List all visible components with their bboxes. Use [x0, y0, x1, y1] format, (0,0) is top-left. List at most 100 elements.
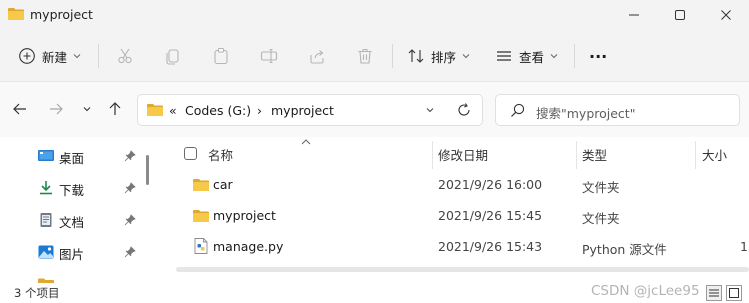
- sidebar-scrollbar[interactable]: [146, 155, 149, 185]
- download-icon: [40, 181, 52, 195]
- sort-button[interactable]: 排序: [407, 42, 470, 70]
- sort-label: 排序: [431, 49, 457, 65]
- view-button[interactable]: 查看: [495, 42, 558, 70]
- rename-icon: [260, 48, 278, 64]
- pin-icon[interactable]: [124, 214, 136, 226]
- file-name: car: [213, 177, 233, 192]
- column-header-type[interactable]: 类型: [582, 145, 607, 164]
- chevron-down-icon: [83, 107, 91, 112]
- horizontal-scrollbar[interactable]: [176, 267, 749, 272]
- share-button[interactable]: [308, 42, 326, 70]
- sort-icon: [408, 49, 424, 63]
- sidebar-item-label: 图片: [59, 247, 85, 262]
- search-box[interactable]: 搜索"myproject": [495, 94, 740, 126]
- view-label: 查看: [519, 49, 545, 65]
- title-bar: myproject: [0, 0, 749, 30]
- column-header-size[interactable]: 大小: [702, 145, 727, 164]
- maximize-button[interactable]: [657, 0, 703, 30]
- file-row[interactable]: myproject 2021/9/26 15:45 文件夹: [160, 201, 749, 231]
- file-row[interactable]: car 2021/9/26 16:00 文件夹: [160, 170, 749, 200]
- pictures-icon: [38, 245, 54, 259]
- folder-icon: [193, 179, 209, 191]
- select-all-checkbox[interactable]: [184, 147, 197, 160]
- sidebar-item-desktop[interactable]: 桌面: [0, 141, 150, 171]
- sidebar-item-downloads[interactable]: 下载: [0, 173, 150, 203]
- close-button[interactable]: [703, 0, 749, 30]
- details-view-button[interactable]: [706, 285, 722, 301]
- chevron-down-icon: [73, 54, 81, 59]
- sort-ascending-icon: [301, 139, 311, 145]
- cut-button[interactable]: [116, 42, 134, 70]
- toolbar-divider: [392, 44, 393, 68]
- file-date: 2021/9/26 16:00: [438, 177, 543, 192]
- arrow-left-icon: [13, 103, 26, 115]
- file-name: manage.py: [213, 239, 284, 254]
- details-view-icon: [709, 289, 719, 297]
- file-size: 1: [740, 239, 748, 254]
- minimize-icon: [629, 14, 639, 16]
- python-file-icon: [194, 238, 208, 254]
- file-type: Python 源文件: [582, 242, 667, 257]
- pin-icon[interactable]: [124, 150, 136, 162]
- status-bar: 3 个项目 CSDN @jcLee95: [0, 283, 749, 303]
- new-button[interactable]: 新建: [18, 42, 81, 70]
- sidebar-item-label: 文档: [59, 215, 85, 230]
- file-type: 文件夹: [582, 211, 620, 226]
- refresh-icon[interactable]: [456, 102, 472, 118]
- address-overflow-button[interactable]: «: [169, 103, 177, 118]
- item-count: 3 个项目: [14, 286, 60, 300]
- folder-icon: [8, 8, 24, 20]
- column-header-name[interactable]: 名称: [208, 145, 233, 164]
- file-list: 名称 修改日期 类型 大小 car 2021/9/26 16:00 文件夹 my…: [160, 137, 749, 283]
- minimize-button[interactable]: [611, 0, 657, 30]
- sidebar-item-pictures[interactable]: 图片: [0, 237, 150, 267]
- rename-button[interactable]: [260, 42, 278, 70]
- pin-icon[interactable]: [124, 246, 136, 258]
- column-divider[interactable]: [695, 141, 696, 169]
- back-button[interactable]: [10, 99, 30, 119]
- breadcrumb-folder[interactable]: myproject: [271, 103, 334, 118]
- tiles-view-button[interactable]: [726, 285, 742, 301]
- chevron-down-icon: [462, 54, 470, 59]
- folder-icon: [193, 210, 209, 222]
- delete-button[interactable]: [356, 42, 374, 70]
- sidebar-item-label: 下载: [59, 183, 85, 198]
- breadcrumb-drive[interactable]: Codes (G:): [185, 103, 251, 118]
- address-row: « Codes (G:) › myproject 搜索"myproject": [0, 82, 749, 137]
- search-icon: [511, 103, 525, 117]
- up-button[interactable]: [105, 99, 125, 119]
- desktop-icon: [38, 150, 54, 161]
- file-name: myproject: [213, 208, 276, 223]
- pin-icon[interactable]: [124, 182, 136, 194]
- arrow-up-icon: [109, 102, 121, 115]
- file-type: 文件夹: [582, 180, 620, 195]
- trash-icon: [358, 48, 372, 64]
- recent-locations-button[interactable]: [77, 99, 97, 119]
- navigation-pane: 桌面 下载 文档 图片: [0, 137, 153, 283]
- plus-circle-icon: [19, 48, 35, 64]
- column-divider[interactable]: [576, 141, 577, 169]
- column-divider[interactable]: [432, 141, 433, 169]
- sidebar-item-partial[interactable]: [0, 271, 150, 283]
- close-icon: [721, 10, 731, 20]
- watermark: CSDN @jcLee95: [591, 283, 700, 299]
- column-header-row: 名称 修改日期 类型 大小: [160, 137, 749, 169]
- folder-icon: [147, 104, 163, 116]
- more-options-label: ···: [589, 46, 608, 66]
- column-header-date[interactable]: 修改日期: [438, 145, 488, 164]
- tiles-view-icon: [729, 288, 739, 298]
- breadcrumb-separator[interactable]: ›: [257, 103, 262, 118]
- copy-button[interactable]: [164, 42, 182, 70]
- more-options-button[interactable]: ···: [589, 42, 607, 70]
- file-row[interactable]: manage.py 2021/9/26 15:43 Python 源文件 1: [160, 232, 749, 262]
- scissors-icon: [118, 48, 132, 64]
- paste-button[interactable]: [212, 42, 230, 70]
- file-date: 2021/9/26 15:43: [438, 239, 543, 254]
- address-history-chevron-icon[interactable]: [425, 105, 435, 115]
- forward-button[interactable]: [46, 99, 66, 119]
- toolbar-divider: [574, 44, 575, 68]
- address-bar[interactable]: « Codes (G:) › myproject: [137, 94, 483, 126]
- search-placeholder: 搜索"myproject": [536, 106, 636, 121]
- documents-icon: [40, 213, 52, 227]
- sidebar-item-documents[interactable]: 文档: [0, 205, 150, 235]
